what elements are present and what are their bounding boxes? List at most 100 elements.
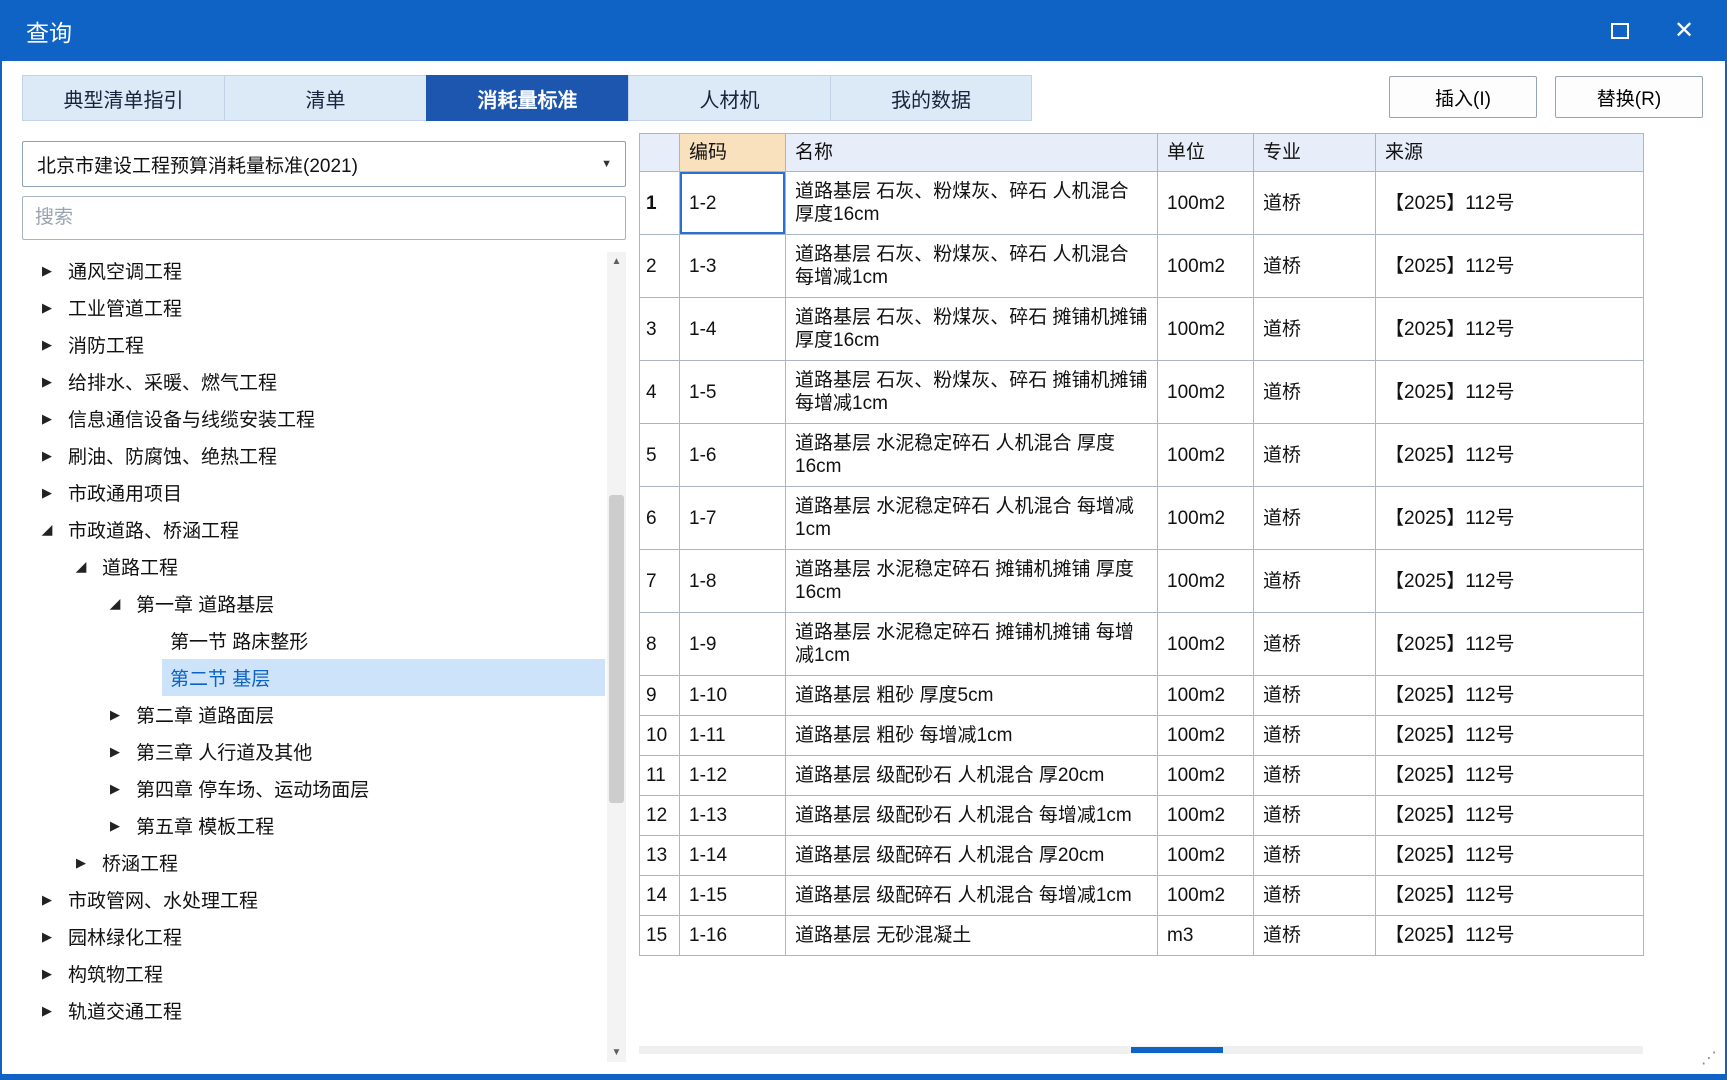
major-cell[interactable]: 道桥	[1253, 171, 1376, 235]
table-row[interactable]: 15 1-16 道路基层 无砂混凝土 m3 道桥 【2025】112号	[639, 915, 1644, 956]
tree-item-body[interactable]: 园林绿化工程	[60, 918, 605, 955]
name-cell[interactable]: 道路基层 水泥稳定碎石 摊铺机摊铺 每增减1cm	[785, 612, 1158, 676]
row-number-cell[interactable]: 13	[639, 835, 680, 876]
tab-typical-list-guide[interactable]: 典型清单指引	[22, 75, 224, 121]
search-input[interactable]	[22, 196, 626, 240]
table-row[interactable]: 2 1-3 道路基层 石灰、粉煤灰、碎石 人机混合 每增减1cm 100m2 道桥 【20…	[639, 234, 1644, 298]
table-row[interactable]: 12 1-13 道路基层 级配砂石 人机混合 每增减1cm 100m2 道桥 【2025】…	[639, 795, 1644, 836]
row-number-cell[interactable]: 8	[639, 612, 680, 676]
table-row[interactable]: 7 1-8 道路基层 水泥稳定碎石 摊铺机摊铺 厚度16cm 100m2 道桥 【2025…	[639, 549, 1644, 613]
tree-item-body[interactable]: 第四章 停车场、运动场面层	[128, 770, 605, 807]
insert-button[interactable]: 插入(I)	[1389, 76, 1537, 118]
unit-cell[interactable]: 100m2	[1157, 549, 1254, 613]
major-cell[interactable]: 道桥	[1253, 486, 1376, 550]
name-cell[interactable]: 道路基层 级配砂石 人机混合 厚20cm	[785, 755, 1158, 796]
tree-item[interactable]: ▶ 消防工程	[22, 326, 605, 363]
code-cell[interactable]: 1-10	[679, 675, 786, 716]
close-button[interactable]: ✕	[1667, 14, 1701, 48]
major-cell[interactable]: 道桥	[1253, 675, 1376, 716]
source-cell[interactable]: 【2025】112号	[1375, 360, 1644, 424]
tree-item-body[interactable]: 第一章 道路基层	[128, 585, 605, 622]
source-cell[interactable]: 【2025】112号	[1375, 423, 1644, 487]
expand-icon[interactable]: ▶	[34, 485, 60, 501]
table-h-scrollbar-thumb[interactable]	[1130, 1047, 1223, 1053]
tree-item[interactable]: ▶ 第四章 停车场、运动场面层	[22, 770, 605, 807]
table-row[interactable]: 8 1-9 道路基层 水泥稳定碎石 摊铺机摊铺 每增减1cm 100m2 道桥 【2025…	[639, 612, 1644, 676]
major-cell[interactable]: 道桥	[1253, 795, 1376, 836]
tree-item[interactable]: ▶ 园林绿化工程	[22, 918, 605, 955]
table-row[interactable]: 5 1-6 道路基层 水泥稳定碎石 人机混合 厚度16cm 100m2 道桥 【2025】…	[639, 423, 1644, 487]
code-cell[interactable]: 1-3	[679, 234, 786, 298]
tree-item-body[interactable]: 道路工程	[94, 548, 605, 585]
source-cell[interactable]: 【2025】112号	[1375, 549, 1644, 613]
name-cell[interactable]: 道路基层 水泥稳定碎石 人机混合 厚度16cm	[785, 423, 1158, 487]
unit-cell[interactable]: m3	[1157, 915, 1254, 956]
name-cell[interactable]: 道路基层 石灰、粉煤灰、碎石 人机混合 厚度16cm	[785, 171, 1158, 235]
major-cell[interactable]: 道桥	[1253, 875, 1376, 916]
tree-item[interactable]: ▶ 工业管道工程	[22, 289, 605, 326]
expand-icon[interactable]: ▶	[102, 707, 128, 723]
expand-icon[interactable]: ▶	[34, 337, 60, 353]
source-cell[interactable]: 【2025】112号	[1375, 486, 1644, 550]
name-cell[interactable]: 道路基层 水泥稳定碎石 人机混合 每增减1cm	[785, 486, 1158, 550]
name-cell[interactable]: 道路基层 粗砂 每增减1cm	[785, 715, 1158, 756]
replace-button[interactable]: 替换(R)	[1555, 76, 1703, 118]
row-number-cell[interactable]: 15	[639, 915, 680, 956]
tree-item-body[interactable]: 刷油、防腐蚀、绝热工程	[60, 437, 605, 474]
name-cell[interactable]: 道路基层 粗砂 厚度5cm	[785, 675, 1158, 716]
expand-icon[interactable]: ▶	[34, 374, 60, 390]
expand-icon[interactable]: ▶	[102, 744, 128, 760]
tree-item[interactable]: ▶ 构筑物工程	[22, 955, 605, 992]
name-cell[interactable]: 道路基层 石灰、粉煤灰、碎石 摊铺机摊铺 厚度16cm	[785, 297, 1158, 361]
source-cell[interactable]: 【2025】112号	[1375, 297, 1644, 361]
table-row[interactable]: 3 1-4 道路基层 石灰、粉煤灰、碎石 摊铺机摊铺 厚度16cm 100m2 道桥 【2…	[639, 297, 1644, 361]
tree-item[interactable]: ▶ 通风空调工程	[22, 252, 605, 289]
tree-item[interactable]: ◢ 第一章 道路基层	[22, 585, 605, 622]
maximize-button[interactable]	[1603, 14, 1637, 48]
major-cell[interactable]: 道桥	[1253, 755, 1376, 796]
expand-icon[interactable]: ▶	[34, 1003, 60, 1019]
expand-icon[interactable]: ▶	[34, 929, 60, 945]
table-row[interactable]: 11 1-12 道路基层 级配砂石 人机混合 厚20cm 100m2 道桥 【2025】1…	[639, 755, 1644, 796]
row-number-cell[interactable]: 5	[639, 423, 680, 487]
tree-item[interactable]: ▶ 第二章 道路面层	[22, 696, 605, 733]
name-cell[interactable]: 道路基层 石灰、粉煤灰、碎石 人机混合 每增减1cm	[785, 234, 1158, 298]
tab-consumption-standard[interactable]: 消耗量标准	[426, 75, 628, 121]
source-cell[interactable]: 【2025】112号	[1375, 915, 1644, 956]
code-cell[interactable]: 1-15	[679, 875, 786, 916]
code-cell[interactable]: 1-5	[679, 360, 786, 424]
unit-cell[interactable]: 100m2	[1157, 612, 1254, 676]
major-cell[interactable]: 道桥	[1253, 549, 1376, 613]
table-row[interactable]: 6 1-7 道路基层 水泥稳定碎石 人机混合 每增减1cm 100m2 道桥 【2025】…	[639, 486, 1644, 550]
collapse-icon[interactable]: ◢	[34, 521, 60, 538]
row-number-cell[interactable]: 7	[639, 549, 680, 613]
row-number-cell[interactable]: 2	[639, 234, 680, 298]
unit-cell[interactable]: 100m2	[1157, 675, 1254, 716]
tree-item-body[interactable]: 第五章 模板工程	[128, 807, 605, 844]
unit-cell[interactable]: 100m2	[1157, 234, 1254, 298]
major-cell[interactable]: 道桥	[1253, 360, 1376, 424]
code-cell[interactable]: 1-7	[679, 486, 786, 550]
major-cell[interactable]: 道桥	[1253, 715, 1376, 756]
row-number-cell[interactable]: 3	[639, 297, 680, 361]
source-cell[interactable]: 【2025】112号	[1375, 795, 1644, 836]
name-cell[interactable]: 道路基层 水泥稳定碎石 摊铺机摊铺 厚度16cm	[785, 549, 1158, 613]
name-cell[interactable]: 道路基层 级配砂石 人机混合 每增减1cm	[785, 795, 1158, 836]
code-cell[interactable]: 1-8	[679, 549, 786, 613]
tree-item-body[interactable]: 第二章 道路面层	[128, 696, 605, 733]
name-cell[interactable]: 道路基层 无砂混凝土	[785, 915, 1158, 956]
tree-scrollbar-thumb[interactable]	[609, 495, 624, 803]
unit-cell[interactable]: 100m2	[1157, 755, 1254, 796]
expand-icon[interactable]: ▶	[68, 855, 94, 871]
row-number-cell[interactable]: 11	[639, 755, 680, 796]
expand-icon[interactable]: ▶	[102, 818, 128, 834]
code-cell[interactable]: 1-11	[679, 715, 786, 756]
expand-icon[interactable]: ▶	[34, 966, 60, 982]
unit-header[interactable]: 单位	[1157, 133, 1254, 172]
table-row[interactable]: 4 1-5 道路基层 石灰、粉煤灰、碎石 摊铺机摊铺 每增减1cm 100m2 道桥 【2…	[639, 360, 1644, 424]
collapse-icon[interactable]: ◢	[102, 595, 128, 612]
tree-item-body[interactable]: 第一节 路床整形	[162, 622, 605, 659]
major-header[interactable]: 专业	[1253, 133, 1376, 172]
source-cell[interactable]: 【2025】112号	[1375, 835, 1644, 876]
name-cell[interactable]: 道路基层 石灰、粉煤灰、碎石 摊铺机摊铺 每增减1cm	[785, 360, 1158, 424]
